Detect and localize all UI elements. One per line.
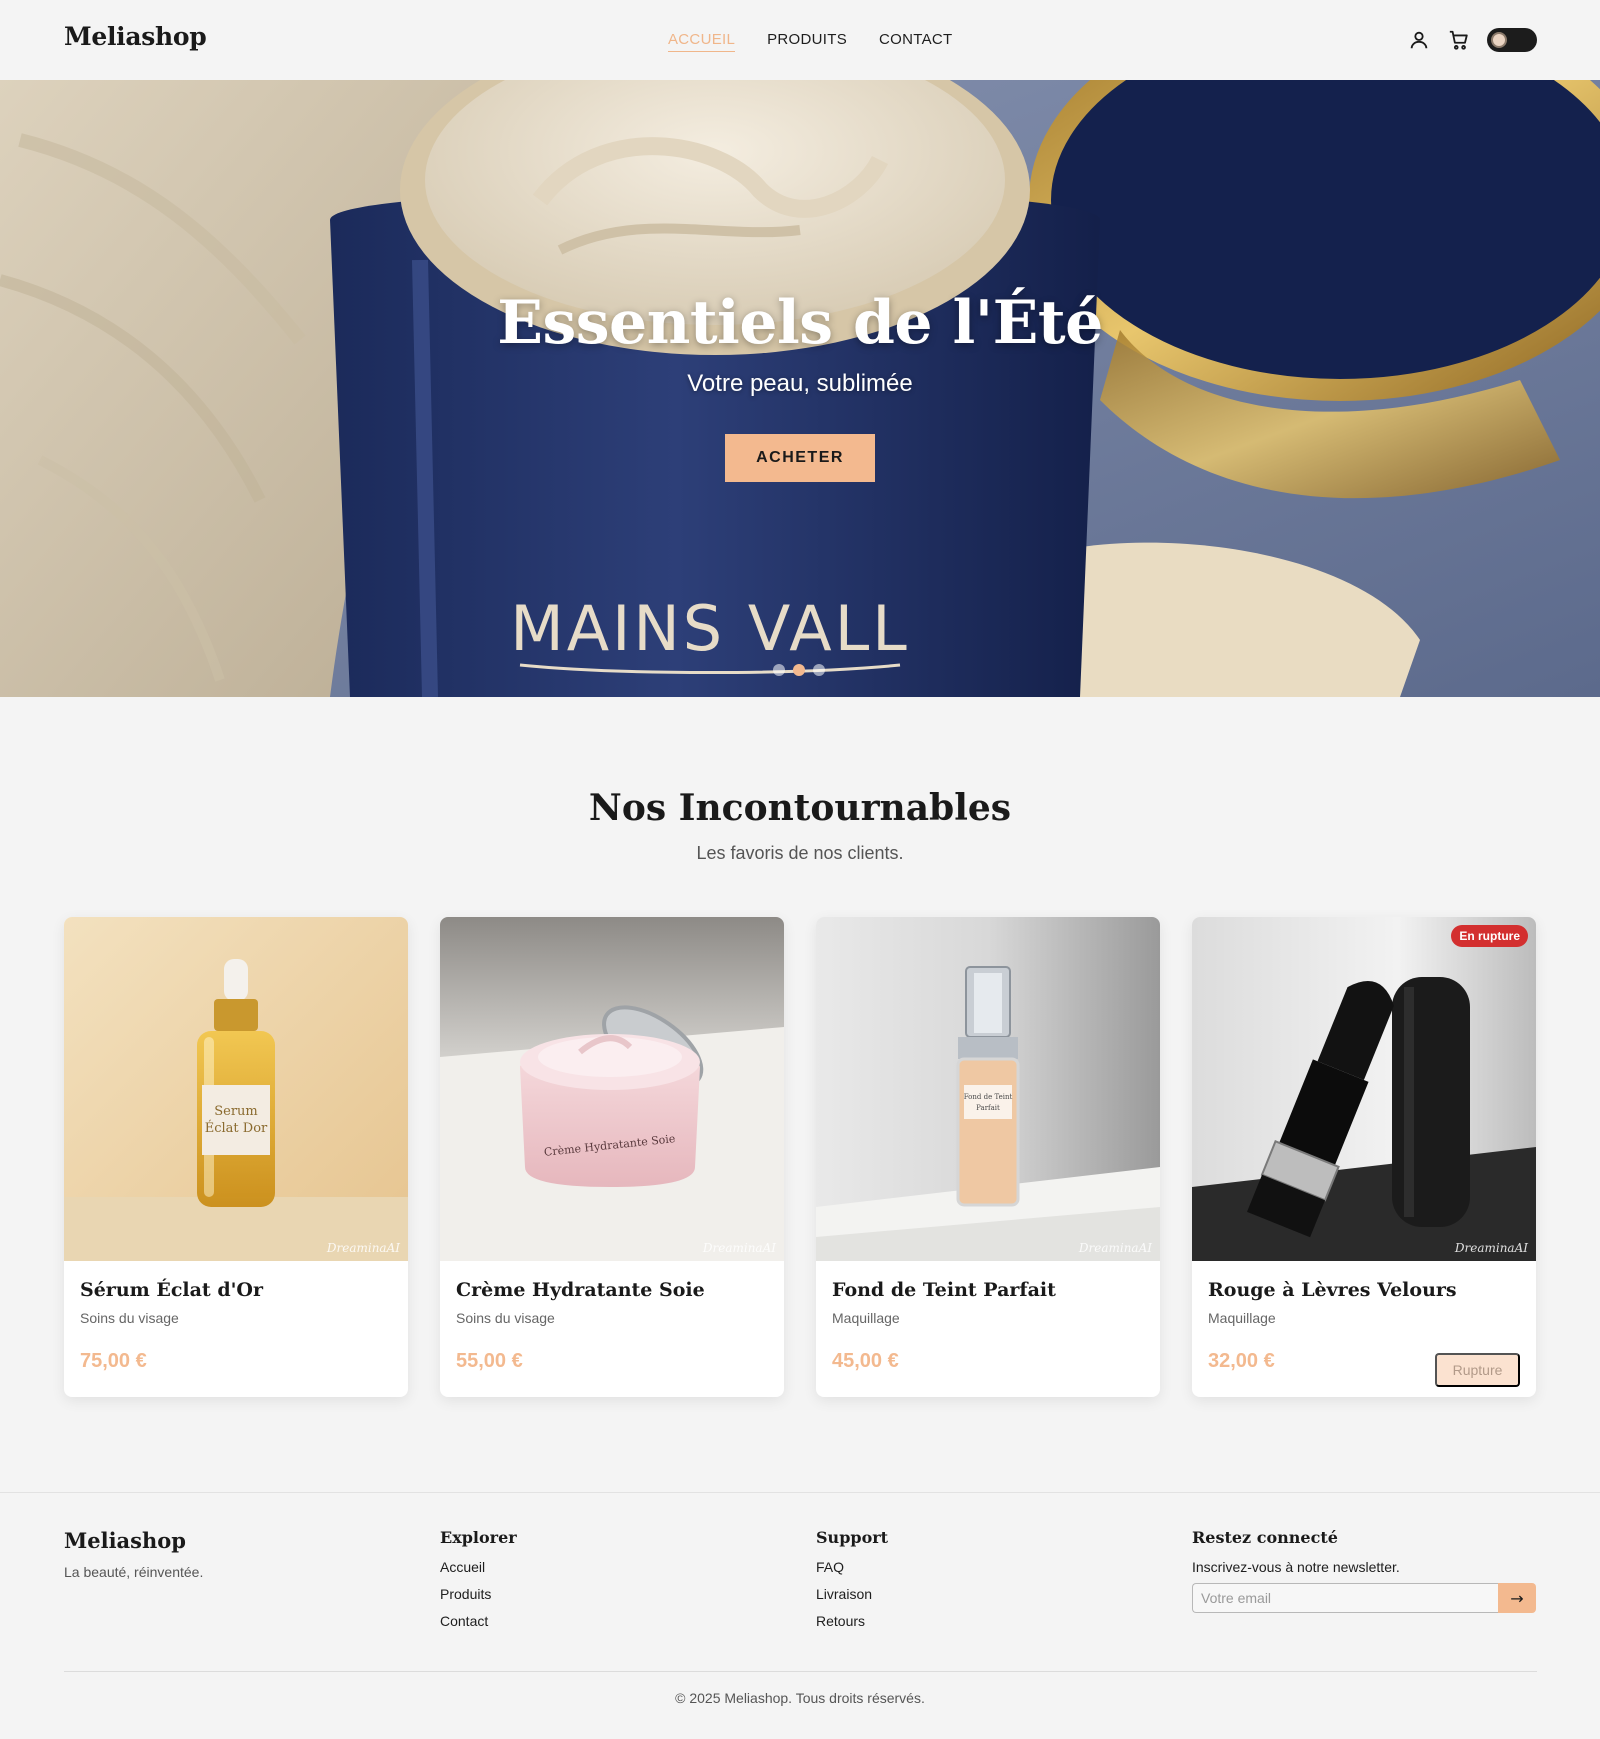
footer-link-livraison[interactable]: Livraison bbox=[816, 1586, 888, 1602]
carousel-dot[interactable] bbox=[813, 664, 825, 676]
product-price: 75,00 € bbox=[80, 1350, 147, 1372]
watermark: DreaminaAI bbox=[1078, 1241, 1152, 1255]
product-image[interactable]: Serum Éclat Dor DreaminaAI bbox=[64, 917, 408, 1261]
footer-newsletter: Restez connecté Inscrivez-vous à notre n… bbox=[1192, 1528, 1536, 1613]
nav-contact[interactable]: CONTACT bbox=[879, 31, 952, 52]
footer-support-title: Support bbox=[816, 1528, 889, 1547]
footer-copyright: © 2025 Meliashop. Tous droits réservés. bbox=[675, 1690, 925, 1706]
hero-subtitle: Votre peau, sublimée bbox=[687, 370, 913, 397]
product-price: 45,00 € bbox=[832, 1350, 899, 1372]
footer-explorer-title: Explorer bbox=[440, 1528, 517, 1547]
footer-divider bbox=[64, 1671, 1537, 1672]
product-image[interactable]: Crème Hydratante Soie DreaminaAI bbox=[440, 917, 784, 1261]
product-card[interactable]: En rupture DreaminaAI Rouge à Lèvres Vel… bbox=[1192, 917, 1536, 1397]
watermark: DreaminaAI bbox=[1454, 1241, 1528, 1255]
footer-link-accueil[interactable]: Accueil bbox=[440, 1559, 517, 1575]
watermark: DreaminaAI bbox=[702, 1241, 776, 1255]
toggle-knob bbox=[1491, 32, 1507, 48]
newsletter-email-input[interactable] bbox=[1192, 1583, 1498, 1613]
out-of-stock-button[interactable]: Rupture bbox=[1435, 1353, 1520, 1387]
product-category: Soins du visage bbox=[80, 1310, 179, 1326]
hero-jar-label: MAINS VALL bbox=[510, 592, 910, 665]
newsletter-submit-button[interactable]: → bbox=[1498, 1583, 1536, 1613]
footer-newsletter-title: Restez connecté bbox=[1192, 1528, 1338, 1547]
product-image[interactable]: En rupture DreaminaAI bbox=[1192, 917, 1536, 1261]
svg-text:Serum: Serum bbox=[214, 1104, 258, 1119]
hero-title: Essentiels de l'Été bbox=[497, 288, 1103, 358]
footer-support: Support FAQ Livraison Retours bbox=[816, 1528, 888, 1640]
newsletter-text: Inscrivez-vous à notre newsletter. bbox=[1192, 1559, 1400, 1575]
svg-text:Fond de Teint: Fond de Teint bbox=[964, 1093, 1013, 1101]
hero-cta-button[interactable]: ACHETER bbox=[725, 434, 875, 482]
product-card[interactable]: Fond de Teint Parfait DreaminaAI Fond de… bbox=[816, 917, 1160, 1397]
footer-explorer: Explorer Accueil Produits Contact bbox=[440, 1528, 517, 1640]
cart-icon[interactable] bbox=[1446, 27, 1472, 53]
footer-link-faq[interactable]: FAQ bbox=[816, 1559, 888, 1575]
svg-text:Éclat Dor: Éclat Dor bbox=[205, 1120, 268, 1136]
product-category: Maquillage bbox=[1208, 1310, 1276, 1326]
product-price: 55,00 € bbox=[456, 1350, 523, 1372]
product-price: 32,00 € bbox=[1208, 1350, 1275, 1372]
site-header: Meliashop ACCUEIL PRODUITS CONTACT bbox=[0, 0, 1600, 80]
product-name[interactable]: Rouge à Lèvres Velours bbox=[1208, 1279, 1457, 1301]
carousel-dot-active[interactable] bbox=[793, 664, 805, 676]
footer-tagline: La beauté, réinventée. bbox=[64, 1564, 204, 1580]
product-name[interactable]: Sérum Éclat d'Or bbox=[80, 1279, 263, 1301]
site-footer: Meliashop La beauté, réinventée. Explore… bbox=[0, 1492, 1600, 1739]
svg-text:Parfait: Parfait bbox=[976, 1104, 1000, 1112]
user-icon[interactable] bbox=[1406, 27, 1432, 53]
watermark: DreaminaAI bbox=[326, 1241, 400, 1255]
hero-banner: MAINS VALL Essentiels de l'Été Votre pea… bbox=[0, 80, 1600, 697]
site-logo[interactable]: Meliashop bbox=[64, 22, 207, 51]
carousel-dot[interactable] bbox=[773, 664, 785, 676]
nav-accueil[interactable]: ACCUEIL bbox=[668, 31, 736, 52]
product-category: Soins du visage bbox=[456, 1310, 555, 1326]
carousel-dots bbox=[773, 664, 825, 676]
product-card[interactable]: Crème Hydratante Soie DreaminaAI Crème H… bbox=[440, 917, 784, 1397]
product-image[interactable]: Fond de Teint Parfait DreaminaAI bbox=[816, 917, 1160, 1261]
product-name[interactable]: Fond de Teint Parfait bbox=[832, 1279, 1056, 1301]
out-of-stock-badge: En rupture bbox=[1451, 925, 1528, 947]
theme-toggle[interactable] bbox=[1487, 28, 1537, 52]
section-title: Nos Incontournables bbox=[588, 787, 1012, 829]
footer-logo[interactable]: Meliashop bbox=[64, 1528, 186, 1553]
footer-link-produits[interactable]: Produits bbox=[440, 1586, 517, 1602]
section-subtitle: Les favoris de nos clients. bbox=[696, 843, 904, 863]
footer-link-retours[interactable]: Retours bbox=[816, 1613, 888, 1629]
newsletter-form: → bbox=[1192, 1583, 1536, 1613]
main-nav: ACCUEIL PRODUITS CONTACT bbox=[668, 31, 953, 52]
product-name[interactable]: Crème Hydratante Soie bbox=[456, 1279, 705, 1301]
nav-produits[interactable]: PRODUITS bbox=[767, 31, 847, 52]
footer-link-contact[interactable]: Contact bbox=[440, 1613, 517, 1629]
product-card[interactable]: Serum Éclat Dor DreaminaAI Sérum Éclat d… bbox=[64, 917, 408, 1397]
product-category: Maquillage bbox=[832, 1310, 900, 1326]
